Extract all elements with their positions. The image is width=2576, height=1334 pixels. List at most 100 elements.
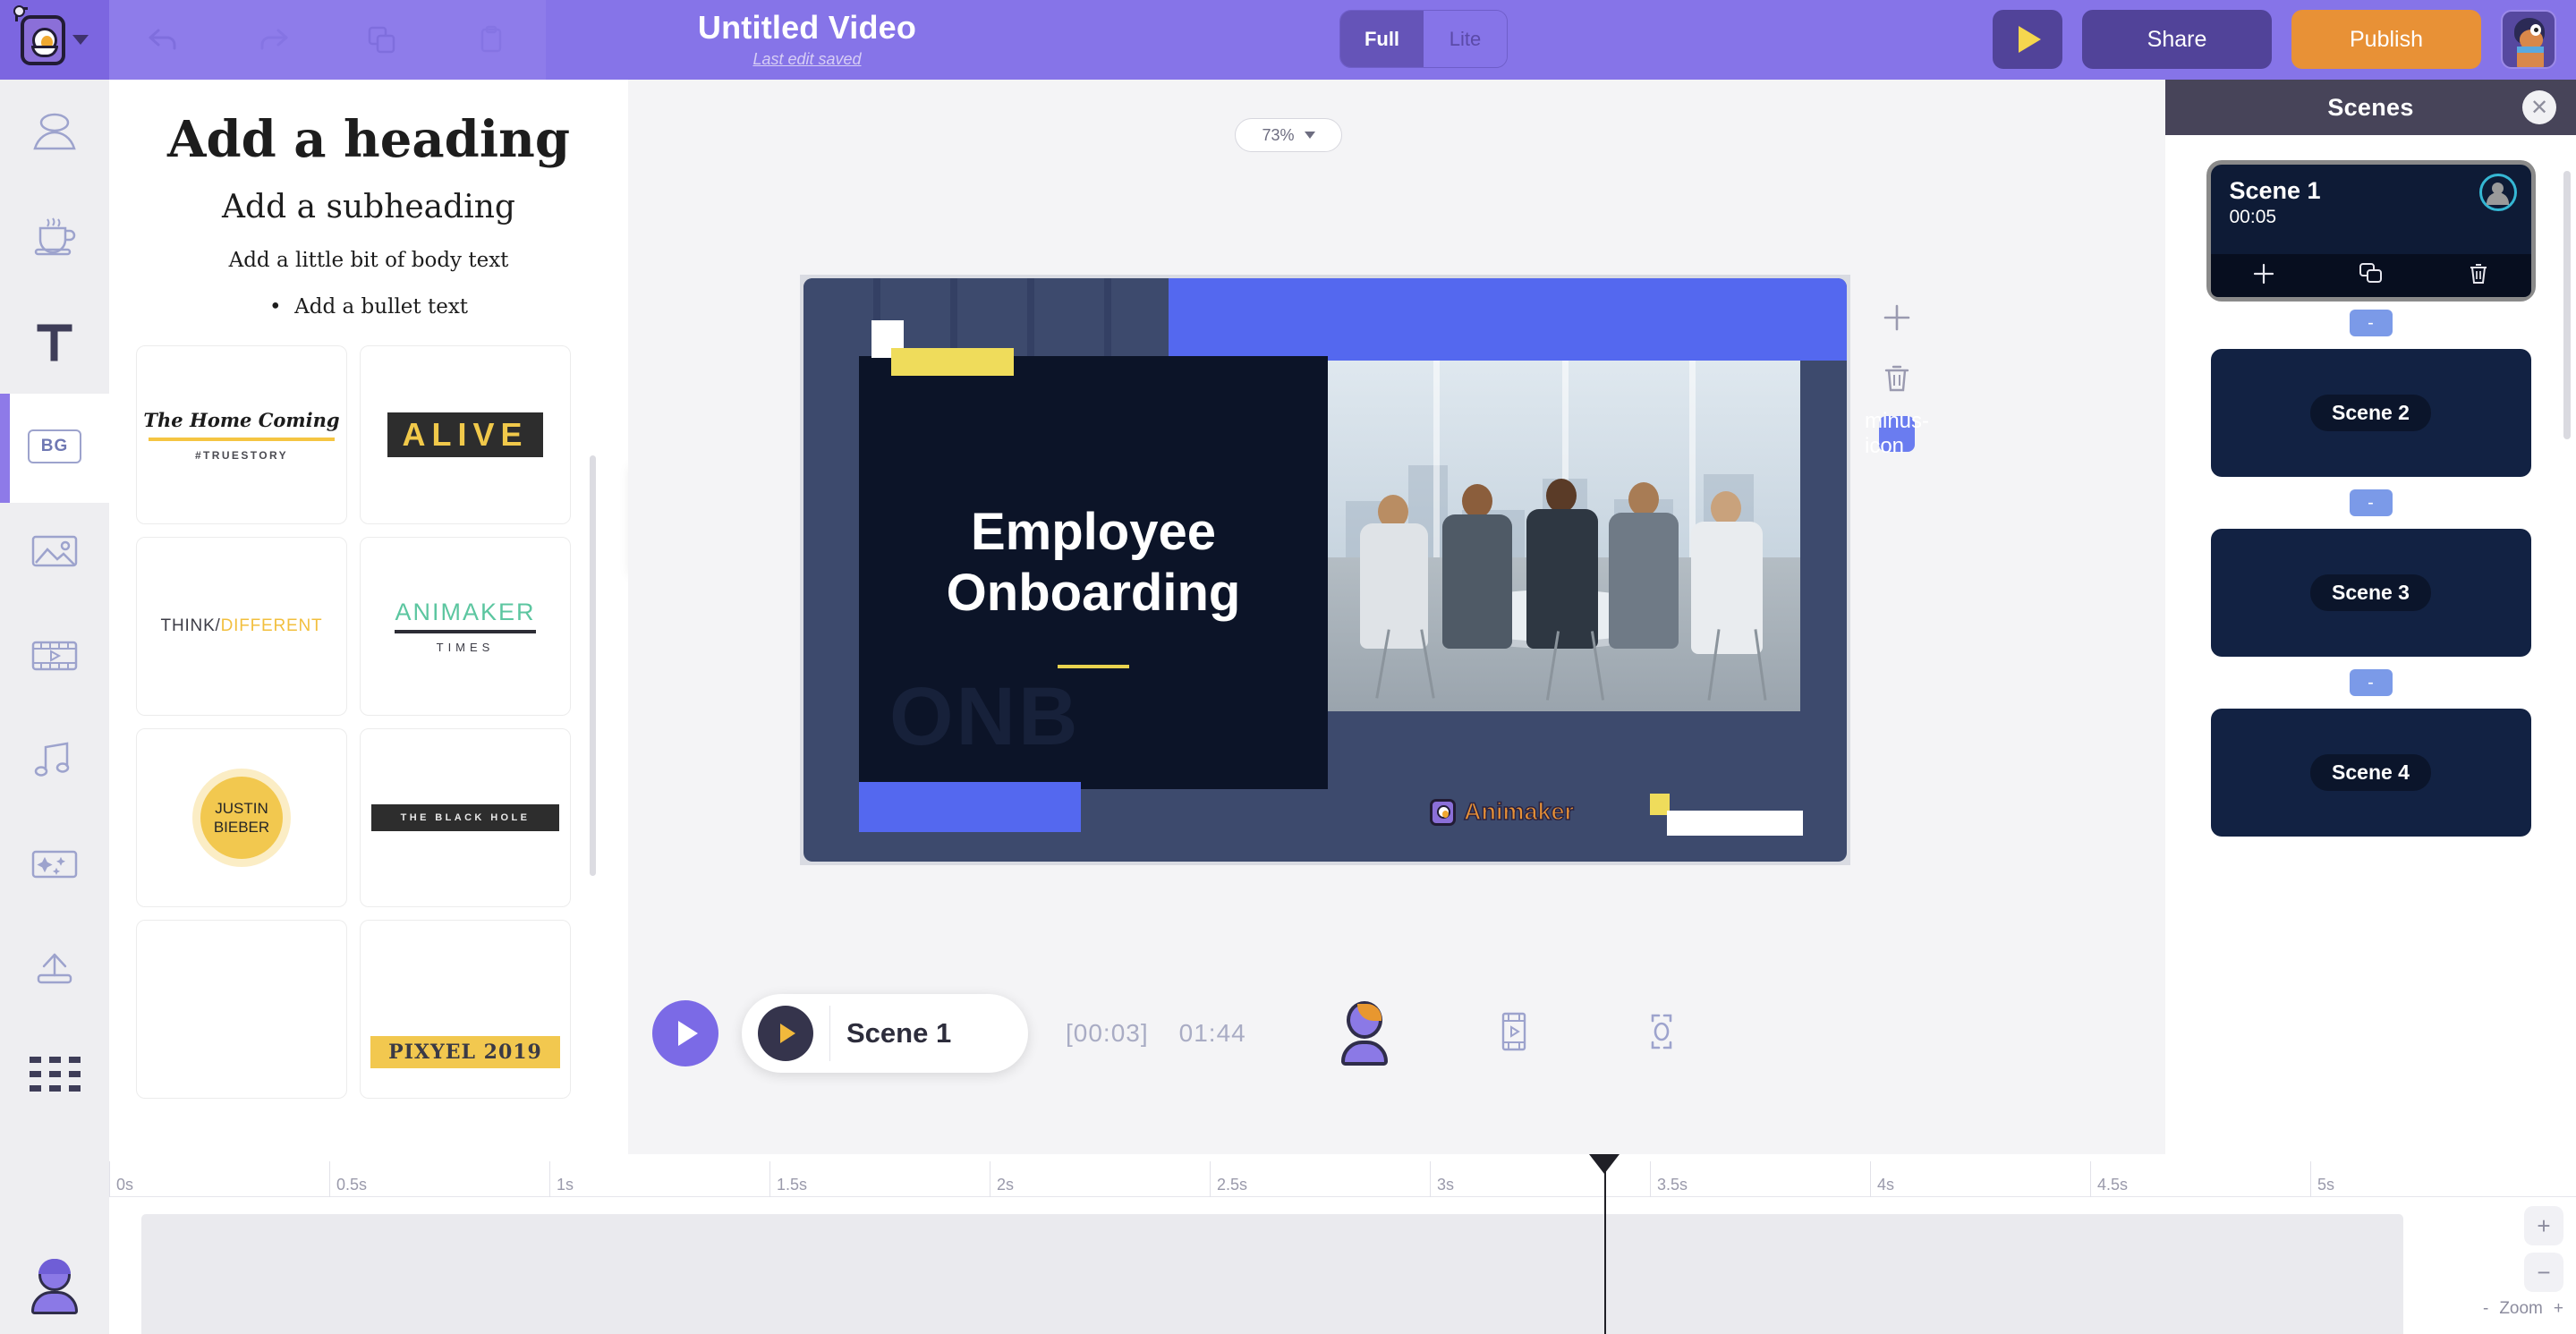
zoom-plus-label[interactable]: + [2554,1299,2563,1319]
scene-transition-button[interactable]: - [2349,489,2393,516]
panel-scrollbar[interactable] [590,455,596,876]
add-element-button[interactable] [1874,294,1920,341]
current-scene-chip[interactable]: Scene 1 [742,994,1028,1073]
page-title[interactable]: Untitled Video [698,11,916,45]
add-video-button[interactable] [1493,1008,1535,1059]
template-tag: #TRUESTORY [194,448,288,462]
scene-thumbnail[interactable]: Scene 1 00:05 [2210,165,2531,297]
text-template-card[interactable] [136,920,347,1099]
duplicate-scene-button[interactable] [2359,262,2384,290]
timeline-zoom-in-button[interactable]: + [2524,1206,2563,1245]
canvas-title-underline [1058,665,1129,668]
scene-name: Scene 2 [2310,395,2431,431]
scene-thumbnail[interactable]: Scene 4 [2210,709,2531,837]
decor-blue-bar [1169,278,1847,361]
sidebar-item-props[interactable] [0,184,109,289]
play-button[interactable] [652,1000,718,1066]
text-template-card[interactable]: THE BLACK HOLE [360,728,571,907]
sidebar-item-upload[interactable] [0,917,109,1022]
ruler-tick [769,1161,770,1197]
sidebar-item-image[interactable] [0,498,109,603]
add-scene-button[interactable] [2252,262,2275,290]
preset-body-text[interactable]: Add a little bit of body text [145,249,592,272]
zoom-level-selector[interactable]: 73% [1235,118,1342,152]
text-template-card[interactable]: ALIVE [360,345,571,524]
sidebar-item-effects[interactable] [0,812,109,917]
sidebar-item-music[interactable] [0,708,109,812]
delete-scene-button[interactable] [2468,262,2489,290]
delete-element-button[interactable] [1874,355,1920,402]
app-logo-menu[interactable] [0,0,109,80]
scene-character-avatar-icon [2478,174,2517,211]
scene-thumbnail[interactable]: Scene 3 [2210,529,2531,657]
text-template-card[interactable]: The Home Coming #TRUESTORY [136,345,347,524]
animaker-mascot-icon [1430,798,1456,826]
close-scenes-button[interactable]: ✕ [2522,90,2556,124]
sidebar-item-text[interactable] [0,289,109,394]
timeline: 0s 0.5s 1s 1.5s 2s 2.5s 3s 3.5s 4s 4.5s 5s + − - Z… [109,1154,2576,1334]
sidebar-item-background[interactable]: BG [0,394,109,498]
scene-canvas[interactable]: ONB Employee Onboarding Animaker [803,278,1847,862]
undo-button[interactable] [109,0,218,80]
ruler-tick [2310,1161,2311,1197]
canvas-title[interactable]: Employee Onboarding [859,502,1328,624]
tab-full[interactable]: Full [1340,11,1424,67]
timeline-ruler[interactable]: 0s 0.5s 1s 1.5s 2s 2.5s 3s 3.5s 4s 4.5s 5s [109,1154,2576,1197]
scene-transition-button[interactable]: - [2349,310,2393,336]
template-title: PIXYEL 2019 [370,1036,560,1068]
timeline-zoom-controls: + − - Zoom + [2447,1206,2563,1319]
user-avatar[interactable] [28,1259,81,1314]
bullet-glyph: • [268,295,295,319]
ruler-tick-label: 1s [557,1176,574,1194]
chevron-down-icon[interactable] [72,35,89,45]
timeline-zoom-row[interactable]: - Zoom + [2447,1299,2563,1319]
mode-toggle[interactable]: Full Lite [1339,10,1508,68]
play-icon [2019,26,2041,53]
scene-photo[interactable] [1328,361,1800,711]
zoom-minus-label[interactable]: - [2483,1299,2488,1319]
canvas-side-tools: minus-icon [1865,294,1929,458]
text-template-card[interactable]: PIXYEL 2019 [360,920,571,1099]
add-character-button[interactable] [1336,1001,1393,1066]
decor-yellow-tab [891,348,1014,376]
timeline-track[interactable] [141,1214,2403,1334]
sidebar-item-video[interactable] [0,603,109,708]
top-toolbar: Untitled Video Last edit saved Full Lite… [0,0,2576,80]
redo-button[interactable] [218,0,327,80]
playhead-handle[interactable] [1589,1154,1620,1174]
playhead[interactable] [1589,1154,1620,1334]
minus-button[interactable]: minus-icon [1865,409,1929,458]
scenes-scrollbar[interactable] [2563,171,2571,439]
preset-bullet-text[interactable]: • Add a bullet text [145,295,592,319]
scene-duration: 00:05 [2229,207,2277,227]
publish-button[interactable]: Publish [2291,10,2481,69]
template-title-part-a: THINK/ [160,616,221,635]
template-title-line1: JUSTIN [215,799,268,817]
share-button[interactable]: Share [2082,10,2272,69]
scene-play-button[interactable] [758,1006,813,1061]
text-template-card[interactable]: THINK/DIFFERENT [136,537,347,716]
account-avatar[interactable] [2501,10,2556,69]
sidebar-item-character[interactable] [0,80,109,184]
preset-heading[interactable]: Add a heading [145,110,592,169]
scene-transition-button[interactable]: - [2349,669,2393,696]
scenes-panel: Scenes ✕ Scene 1 00:05 - Scene 2 - Scene… [2165,80,2576,1334]
copy-button[interactable] [327,0,437,80]
character-icon [33,113,76,149]
text-template-grid: The Home Coming #TRUESTORY ALIVE THINK/D… [109,345,628,1099]
template-title: ALIVE [387,412,543,457]
tab-lite[interactable]: Lite [1424,11,1507,67]
decor-bottom-white [1667,811,1803,836]
scene-thumbnail[interactable]: Scene 2 [2210,349,2531,477]
preview-button[interactable] [1993,10,2062,69]
focus-frame-button[interactable] [1640,1008,1683,1059]
timeline-zoom-out-button[interactable]: − [2524,1253,2563,1292]
plus-icon [2254,263,2274,284]
text-template-card[interactable]: ANIMAKER TIMES [360,537,571,716]
sparkle-effects-icon [31,850,78,878]
zoom-level-value: 73% [1262,125,1295,144]
preset-subheading[interactable]: Add a subheading [145,189,592,225]
sidebar-item-apps[interactable] [0,1022,109,1126]
text-template-card[interactable]: JUSTIN BIEBER [136,728,347,907]
paste-button[interactable] [437,0,546,80]
